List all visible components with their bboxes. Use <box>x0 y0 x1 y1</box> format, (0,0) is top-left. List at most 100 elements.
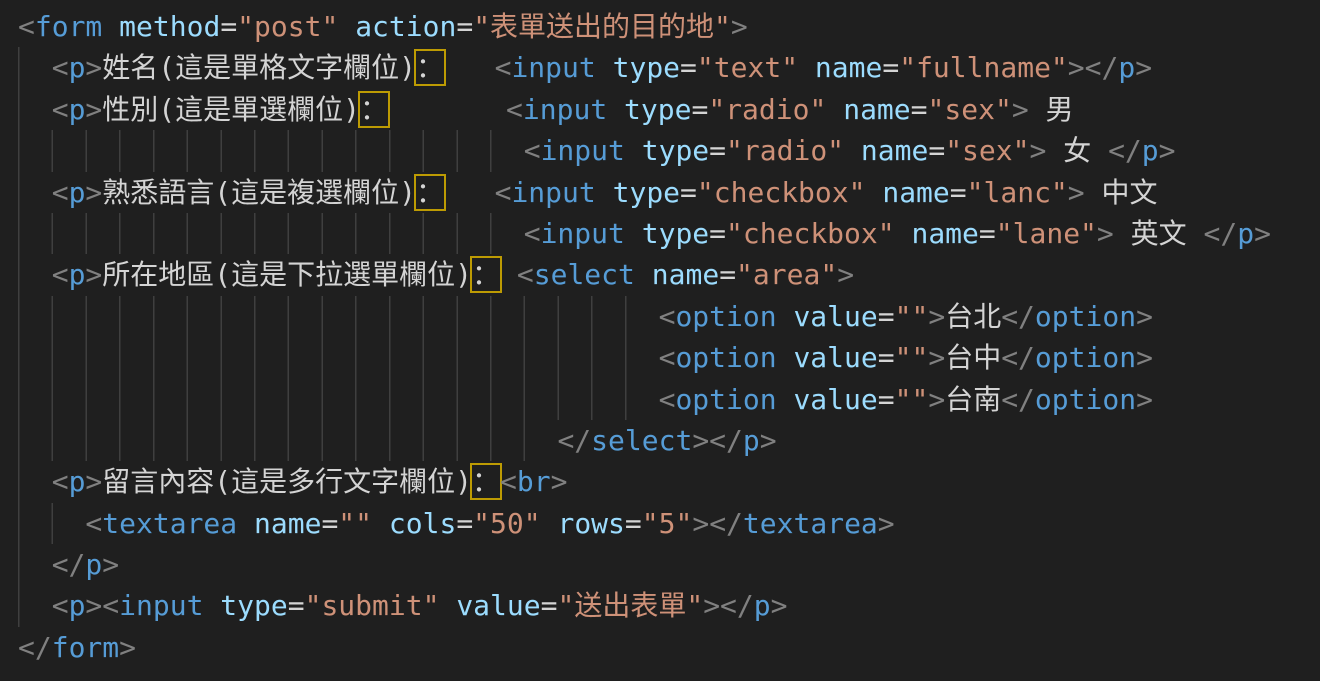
string-token: "text" <box>697 51 798 84</box>
punctuation-token: < <box>517 258 534 291</box>
punctuation-token: </ <box>1108 134 1142 167</box>
tag-token: option <box>675 383 776 416</box>
punctuation-token: </ <box>720 589 754 622</box>
tag-token: textarea <box>102 507 237 540</box>
indent-guides <box>18 296 659 337</box>
string-token: "radio" <box>726 134 844 167</box>
tag-token: p <box>1237 217 1254 250</box>
tag-token: input <box>523 93 607 126</box>
punctuation-token: > <box>1097 217 1114 250</box>
indent-guides <box>18 254 52 295</box>
attribute-token: type <box>624 93 691 126</box>
indent-guides <box>18 585 52 626</box>
code-line: <p>留言內容(這是多行文字欄位)：<br> <box>18 461 1320 502</box>
code-line: <textarea name="" cols="50" rows="5"></t… <box>18 503 1320 544</box>
tag-token: form <box>35 10 102 43</box>
tag-token: p <box>1142 134 1159 167</box>
string-token: "checkbox" <box>726 217 895 250</box>
operator-token: = <box>625 507 642 540</box>
punctuation-token: < <box>659 383 676 416</box>
punctuation-token: </ <box>1085 51 1119 84</box>
operator-token: = <box>911 93 928 126</box>
attribute-token: type <box>642 134 709 167</box>
text-token <box>777 300 794 333</box>
string-token: "50" <box>473 507 540 540</box>
punctuation-token: > <box>1159 134 1176 167</box>
tag-token: p <box>743 424 760 457</box>
punctuation-token: </ <box>709 424 743 457</box>
string-token: "post" <box>237 10 338 43</box>
attribute-token: name <box>861 134 928 167</box>
string-token: "submit" <box>305 589 440 622</box>
punctuation-token: < <box>52 589 69 622</box>
text-token <box>607 93 624 126</box>
indent-guides <box>18 47 52 88</box>
string-token: "" <box>895 300 929 333</box>
text-token <box>596 176 613 209</box>
punctuation-token: < <box>659 341 676 374</box>
tag-token: br <box>517 465 551 498</box>
indent-guides <box>18 130 524 171</box>
code-line: <option value="">台北</option> <box>18 296 1320 337</box>
attribute-token: action <box>355 10 456 43</box>
attribute-token: name <box>815 51 882 84</box>
punctuation-token: < <box>52 51 69 84</box>
code-editor[interactable]: <form method="post" action="表單送出的目的地"><p… <box>0 0 1320 681</box>
operator-token: = <box>680 176 697 209</box>
indent-guides <box>18 89 52 130</box>
text-token <box>444 51 495 84</box>
punctuation-token: < <box>18 10 35 43</box>
punctuation-token: > <box>928 383 945 416</box>
punctuation-token: </ <box>557 424 591 457</box>
code-line: <p>性別(這是單選欄位)： <input type="radio" name=… <box>18 89 1320 130</box>
tag-token: option <box>1035 341 1136 374</box>
punctuation-token: < <box>102 589 119 622</box>
punctuation-token: > <box>692 424 709 457</box>
operator-token: = <box>719 258 736 291</box>
punctuation-token: > <box>85 51 102 84</box>
indent-guides <box>18 461 52 502</box>
punctuation-token: > <box>1135 51 1152 84</box>
tag-token: input <box>511 51 595 84</box>
punctuation-token: < <box>85 507 102 540</box>
attribute-token: name <box>911 217 978 250</box>
tag-token: select <box>534 258 635 291</box>
text-token <box>798 51 815 84</box>
attribute-token: rows <box>557 507 624 540</box>
unicode-highlight-box: ： <box>358 91 390 128</box>
tag-token: p <box>69 258 86 291</box>
operator-token: = <box>456 10 473 43</box>
text-token: 男 <box>1029 93 1074 126</box>
attribute-token: type <box>613 176 680 209</box>
punctuation-token: < <box>52 465 69 498</box>
code-line: <input type="checkbox" name="lane"> 英文 <… <box>18 213 1320 254</box>
punctuation-token: > <box>1136 300 1153 333</box>
punctuation-token: > <box>760 424 777 457</box>
punctuation-token: > <box>1068 176 1085 209</box>
attribute-token: cols <box>389 507 456 540</box>
tag-token: option <box>1035 383 1136 416</box>
punctuation-token: > <box>102 548 119 581</box>
tag-token: p <box>69 93 86 126</box>
punctuation-token: > <box>692 507 709 540</box>
operator-token: = <box>709 217 726 250</box>
tag-token: option <box>1035 300 1136 333</box>
punctuation-token: > <box>85 589 102 622</box>
text-token <box>625 134 642 167</box>
punctuation-token: </ <box>18 631 52 664</box>
text-token: 姓名(這是單格文字欄位) <box>102 51 416 84</box>
punctuation-token: </ <box>1001 300 1035 333</box>
punctuation-token: > <box>1068 51 1085 84</box>
text-token <box>237 507 254 540</box>
text-token <box>844 134 861 167</box>
unicode-highlight-box: ： <box>414 174 446 211</box>
indent-guides <box>18 337 659 378</box>
operator-token: = <box>882 51 899 84</box>
tag-token: input <box>541 134 625 167</box>
code-line: <p>熟悉語言(這是複選欄位)： <input type="checkbox" … <box>18 172 1320 213</box>
text-token: 所在地區(這是下拉選單欄位) <box>102 258 472 291</box>
tag-token: p <box>69 589 86 622</box>
operator-token: = <box>878 341 895 374</box>
punctuation-token: < <box>52 176 69 209</box>
text-token <box>865 176 882 209</box>
